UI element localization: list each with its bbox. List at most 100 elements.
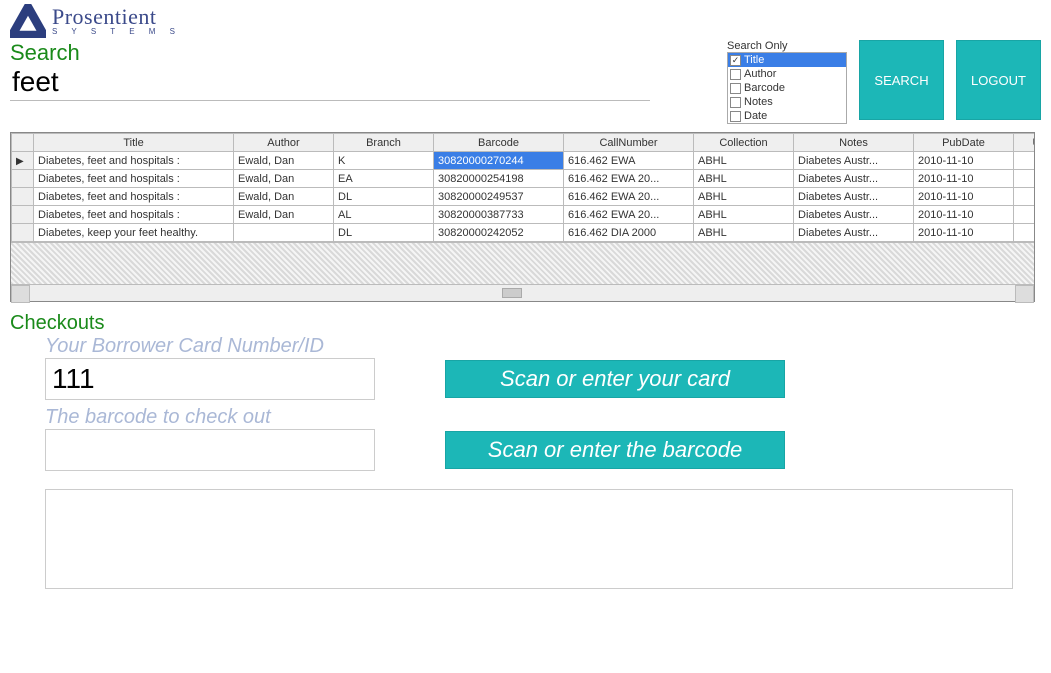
grid-cell[interactable]: EA <box>334 170 434 188</box>
checkbox-icon[interactable]: ✓ <box>730 55 741 66</box>
table-row[interactable]: Diabetes, feet and hospitals :Ewald, Dan… <box>12 206 1035 224</box>
search-only-option-title[interactable]: ✓Title <box>728 53 846 67</box>
logout-button[interactable]: LOGOUT <box>956 40 1041 120</box>
grid-header-collection[interactable]: Collection <box>694 134 794 152</box>
row-header <box>12 170 34 188</box>
grid-cell[interactable] <box>1014 152 1035 170</box>
row-header <box>12 224 34 242</box>
scan-barcode-button[interactable]: Scan or enter the barcode <box>445 431 785 469</box>
scan-card-button[interactable]: Scan or enter your card <box>445 360 785 398</box>
row-header <box>12 206 34 224</box>
grid-cell[interactable]: DL <box>334 224 434 242</box>
current-row-icon: ▶ <box>16 156 24 167</box>
card-hint: Your Borrower Card Number/ID <box>45 335 1041 358</box>
grid-cell[interactable]: Diabetes, feet and hospitals : <box>34 152 234 170</box>
grid-cell[interactable]: ABHL <box>694 224 794 242</box>
grid-cell[interactable]: Ewald, Dan <box>234 170 334 188</box>
grid-header-author[interactable]: Author <box>234 134 334 152</box>
grid-cell[interactable]: Diabetes, feet and hospitals : <box>34 206 234 224</box>
grid-cell[interactable]: K <box>334 152 434 170</box>
grid-cell[interactable]: 616.462 EWA 20... <box>564 206 694 224</box>
grid-cell[interactable] <box>234 224 334 242</box>
grid-cell[interactable]: Diabetes Austr... <box>794 224 914 242</box>
grid-cell[interactable]: Diabetes Austr... <box>794 188 914 206</box>
row-header: ▶ <box>12 152 34 170</box>
grid-cell[interactable]: 616.462 DIA 2000 <box>564 224 694 242</box>
grid-cell[interactable]: 30820000242052 <box>434 224 564 242</box>
grid-cell[interactable] <box>1014 206 1035 224</box>
search-only-option-label: Date <box>744 110 767 122</box>
search-only-option-date[interactable]: Date <box>728 109 846 123</box>
checkout-log[interactable] <box>45 489 1013 589</box>
grid-cell[interactable]: Diabetes, feet and hospitals : <box>34 188 234 206</box>
barcode-input[interactable] <box>45 429 375 471</box>
grid-cell[interactable]: ABHL <box>694 170 794 188</box>
search-only-option-barcode[interactable]: Barcode <box>728 81 846 95</box>
barcode-hint: The barcode to check out <box>45 406 1041 429</box>
logo-brand: Prosentient <box>52 6 181 28</box>
table-row[interactable]: Diabetes, feet and hospitals :Ewald, Dan… <box>12 188 1035 206</box>
search-only-option-label: Title <box>744 54 764 66</box>
grid-cell[interactable]: 30820000270244 <box>434 152 564 170</box>
search-only-option-label: Notes <box>744 96 773 108</box>
grid-cell[interactable]: ABHL <box>694 152 794 170</box>
search-input[interactable] <box>10 66 650 101</box>
grid-cell[interactable]: Ewald, Dan <box>234 206 334 224</box>
grid-cell[interactable]: 616.462 EWA <box>564 152 694 170</box>
grid-cell[interactable] <box>1014 188 1035 206</box>
grid-cell[interactable]: Diabetes, keep your feet healthy. <box>34 224 234 242</box>
grid-cell[interactable]: Diabetes Austr... <box>794 152 914 170</box>
checkbox-icon[interactable] <box>730 111 741 122</box>
grid-header-title[interactable]: Title <box>34 134 234 152</box>
grid-corner <box>12 134 34 152</box>
grid-cell[interactable]: Diabetes Austr... <box>794 170 914 188</box>
grid-cell[interactable]: ABHL <box>694 206 794 224</box>
grid-cell[interactable]: 30820000387733 <box>434 206 564 224</box>
grid-header-pubdate[interactable]: PubDate <box>914 134 1014 152</box>
borrower-card-input[interactable] <box>45 358 375 400</box>
grid-header-callnumber[interactable]: CallNumber <box>564 134 694 152</box>
grid-cell[interactable]: Diabetes, feet and hospitals : <box>34 170 234 188</box>
grid-cell[interactable]: Ewald, Dan <box>234 152 334 170</box>
checkbox-icon[interactable] <box>730 83 741 94</box>
grid-cell[interactable]: 616.462 EWA 20... <box>564 188 694 206</box>
search-only-listbox[interactable]: ✓TitleAuthorBarcodeNotesDate <box>727 52 847 124</box>
grid-cell[interactable]: 2010-11-10 <box>914 224 1014 242</box>
grid-cell[interactable]: Diabetes Austr... <box>794 206 914 224</box>
grid-cell[interactable]: 2010-11-10 <box>914 206 1014 224</box>
grid-horizontal-scrollbar[interactable] <box>11 284 1034 301</box>
grid-cell[interactable]: 2010-11-10 <box>914 170 1014 188</box>
grid-cell[interactable]: AL <box>334 206 434 224</box>
grid-cell[interactable] <box>1014 170 1035 188</box>
grid-cell[interactable]: 30820000254198 <box>434 170 564 188</box>
grid-cell[interactable]: DL <box>334 188 434 206</box>
grid-cell[interactable]: 30820000249537 <box>434 188 564 206</box>
table-row[interactable]: Diabetes, keep your feet healthy. DL30820… <box>12 224 1035 242</box>
search-button[interactable]: SEARCH <box>859 40 944 120</box>
checkouts-title: Checkouts <box>10 312 1041 335</box>
search-only-option-label: Barcode <box>744 82 785 94</box>
results-grid[interactable]: TitleAuthorBranchBarcodeCallNumberCollec… <box>10 132 1035 302</box>
checkbox-icon[interactable] <box>730 69 741 80</box>
table-row[interactable]: Diabetes, feet and hospitals :Ewald, Dan… <box>12 170 1035 188</box>
logo: Prosentient S Y S T E M S <box>10 4 1041 38</box>
grid-cell[interactable]: ABHL <box>694 188 794 206</box>
search-only-option-label: Author <box>744 68 776 80</box>
grid-header-notes[interactable]: Notes <box>794 134 914 152</box>
grid-cell[interactable]: 2010-11-10 <box>914 152 1014 170</box>
grid-cell[interactable]: 2010-11-10 <box>914 188 1014 206</box>
grid-header-url[interactable]: URL <box>1014 134 1035 152</box>
grid-cell[interactable]: 616.462 EWA 20... <box>564 170 694 188</box>
checkbox-icon[interactable] <box>730 97 741 108</box>
search-only-option-notes[interactable]: Notes <box>728 95 846 109</box>
grid-cell[interactable]: Ewald, Dan <box>234 188 334 206</box>
table-row[interactable]: ▶ Diabetes, feet and hospitals :Ewald, Da… <box>12 152 1035 170</box>
grid-cell[interactable] <box>1014 224 1035 242</box>
logo-subtitle: S Y S T E M S <box>52 28 181 36</box>
grid-header-branch[interactable]: Branch <box>334 134 434 152</box>
search-label: Search <box>10 40 715 66</box>
search-only-label: Search Only <box>727 40 847 52</box>
grid-header-barcode[interactable]: Barcode <box>434 134 564 152</box>
search-only-option-author[interactable]: Author <box>728 67 846 81</box>
grid-empty-area <box>11 242 1034 284</box>
